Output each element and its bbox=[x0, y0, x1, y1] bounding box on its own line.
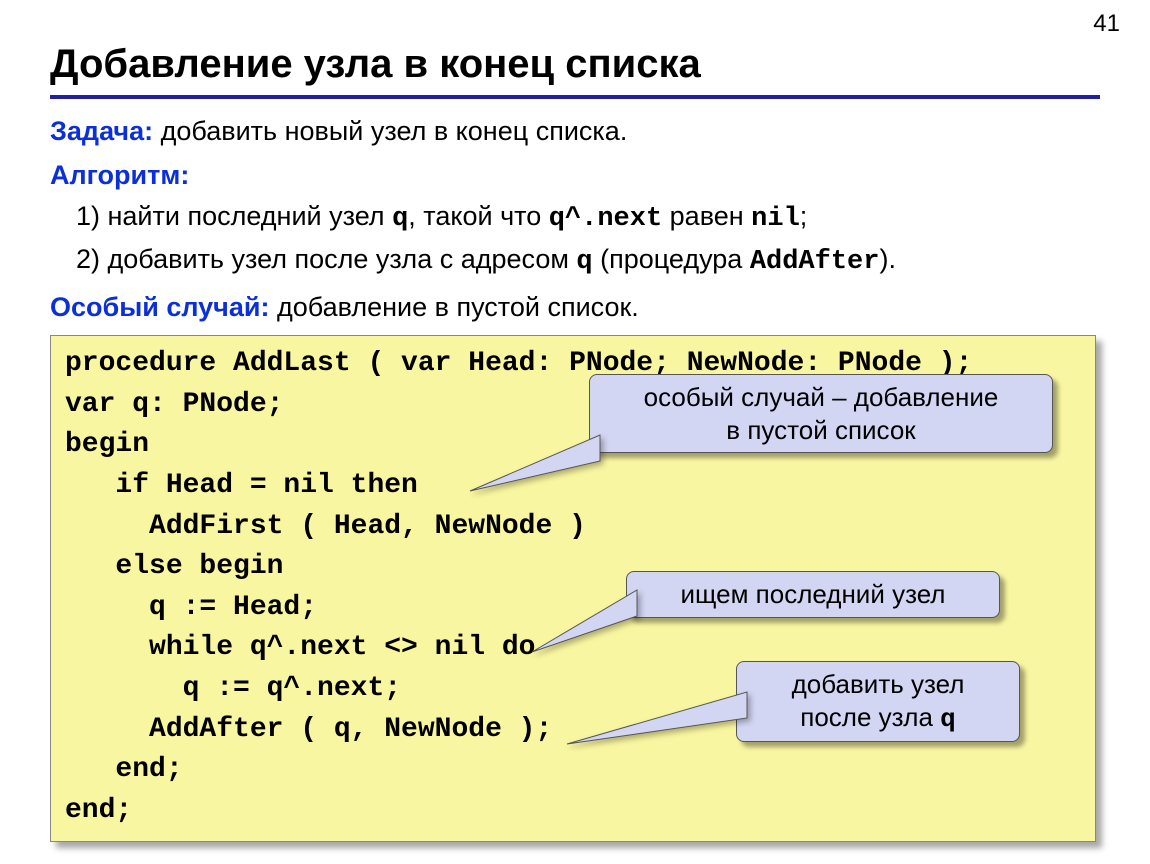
algo2-pre: 2) добавить узел после узла с адресом bbox=[76, 244, 576, 274]
callout-tail-icon bbox=[470, 435, 610, 495]
callout2-line1: ищем последний узел bbox=[643, 578, 983, 611]
code-box: procedure AddLast ( var Head: PNode; New… bbox=[50, 335, 1096, 842]
slide-title: Добавление узла в конец списка bbox=[50, 42, 1100, 87]
algo1-eq: равен bbox=[662, 201, 751, 231]
callout3-line2: после узла bbox=[800, 702, 940, 732]
algorithm-label-line: Алгоритм: bbox=[50, 157, 1100, 193]
algo1-q: q bbox=[392, 204, 408, 234]
algo1-end: ; bbox=[800, 201, 808, 231]
task-label: Задача: bbox=[50, 116, 153, 146]
algo1-mid: , такой что bbox=[408, 201, 548, 231]
callout-add-after: добавить узел после узла q bbox=[736, 661, 1020, 742]
task-line: Задача: добавить новый узел в конец спис… bbox=[50, 113, 1100, 149]
callout3-q: q bbox=[940, 704, 956, 734]
algo1-pre: 1) найти последний узел bbox=[76, 201, 392, 231]
special-case-label: Особый случай: bbox=[50, 292, 269, 322]
title-rule bbox=[50, 95, 1100, 99]
callout-empty-list: особый случай – добавление в пустой спис… bbox=[589, 374, 1053, 453]
algo1-qnext: q^.next bbox=[549, 204, 662, 234]
algo2-end: ). bbox=[879, 244, 896, 274]
algorithm-step-1: 1) найти последний узел q, такой что q^.… bbox=[76, 198, 1100, 237]
special-case-line: Особый случай: добавление в пустой списо… bbox=[50, 289, 1100, 325]
callout-find-last: ищем последний узел bbox=[626, 571, 1000, 618]
callout1-line2: в пустой список bbox=[606, 414, 1036, 447]
slide: 41 Добавление узла в конец списка Задача… bbox=[0, 0, 1150, 864]
algorithm-label: Алгоритм: bbox=[50, 160, 189, 190]
callout3-line2-wrap: после узла q bbox=[753, 701, 1003, 736]
algo2-q: q bbox=[576, 247, 592, 277]
callout-tail-icon bbox=[567, 692, 757, 752]
algo2-mid: (процедура bbox=[593, 244, 750, 274]
algo2-proc: AddAfter bbox=[750, 247, 880, 277]
page-number: 41 bbox=[1093, 10, 1120, 38]
callout-tail-icon bbox=[532, 590, 647, 660]
callout1-line1: особый случай – добавление bbox=[606, 381, 1036, 414]
callout3-line1: добавить узел bbox=[753, 668, 1003, 701]
algorithm-step-2: 2) добавить узел после узла с адресом q … bbox=[76, 241, 1100, 280]
algo1-nil: nil bbox=[751, 204, 800, 234]
task-text: добавить новый узел в конец списка. bbox=[161, 116, 628, 146]
special-case-text: добавление в пустой список. bbox=[277, 292, 639, 322]
